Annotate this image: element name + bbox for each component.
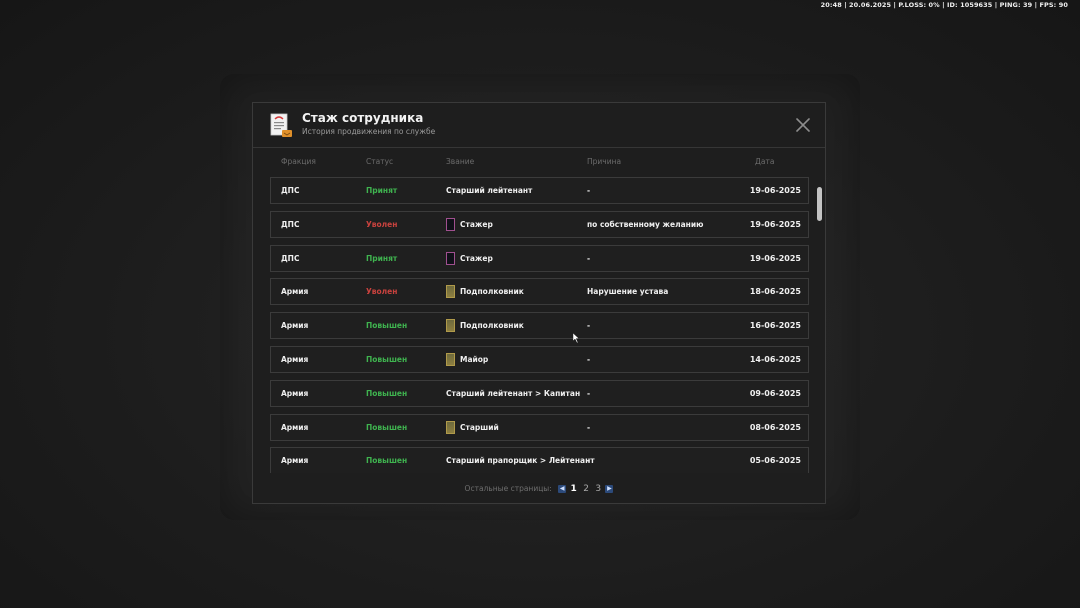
chevron-left-icon[interactable]: ◀: [558, 485, 567, 493]
reason-cell: Нарушение устава: [587, 287, 669, 297]
table-row[interactable]: Армия Повышен Старший прапорщик > Лейтенан…: [270, 447, 809, 473]
chevron-right-icon[interactable]: ▶: [605, 485, 614, 493]
rank-cell: Стажер: [446, 212, 493, 237]
status-cell: Повышен: [366, 456, 408, 466]
status-cell: Повышен: [366, 321, 408, 331]
rank-text: Старший: [460, 422, 499, 432]
rank-cell: Подполковник: [446, 279, 524, 304]
rank-text: Подполковник: [460, 287, 524, 297]
table-row[interactable]: Армия Повышен Старший лейтенант > Капитан -…: [270, 379, 809, 407]
rank-text: Старший лейтенант: [446, 186, 533, 195]
table-row[interactable]: Армия Повышен Майор - 14-06-2025: [270, 346, 809, 373]
table-row[interactable]: ДПС Принят Старший лейтенант - 19-06-2025: [270, 177, 809, 204]
rank-insignia-icon: [446, 251, 455, 265]
status-cell: Принят: [366, 186, 398, 195]
rank-cell: Старший: [446, 415, 499, 440]
close-icon[interactable]: [795, 117, 811, 133]
pagination-label: Остальные страницы:: [464, 484, 552, 493]
status-cell: Повышен: [366, 422, 408, 432]
table-header: Фракция Статус Звание Причина Дата: [253, 157, 825, 169]
faction-cell: Армия: [281, 321, 309, 331]
reason-cell: -: [587, 186, 591, 195]
mouse-cursor-icon: [573, 333, 580, 343]
rank-cell: Подполковник: [446, 313, 524, 338]
status-cell: Уволен: [366, 219, 398, 229]
rank-insignia-icon: [446, 353, 455, 366]
rank-cell: Старший лейтенант > Капитан: [446, 381, 580, 406]
faction-cell: ДПС: [281, 253, 300, 263]
reason-cell: -: [587, 253, 591, 263]
scrollbar-thumb[interactable]: [817, 187, 822, 221]
date-cell: 14-06-2025: [749, 355, 801, 364]
rank-text: Стажер: [460, 253, 493, 263]
reason-cell: -: [587, 388, 591, 398]
column-header-rank: Звание: [446, 157, 475, 166]
faction-cell: Армия: [281, 456, 309, 466]
date-cell: 19-06-2025: [749, 219, 801, 229]
page-1-button[interactable]: 1: [571, 484, 577, 494]
rank-text: Старший лейтенант > Капитан: [446, 388, 581, 398]
modal-subtitle: История продвижения по службе: [302, 127, 436, 136]
rank-cell: Стажер: [446, 246, 493, 271]
date-cell: 08-06-2025: [749, 422, 801, 432]
reason-cell: -: [587, 422, 591, 432]
reason-cell: -: [587, 456, 591, 466]
employee-tenure-modal: Стаж сотрудника История продвижения по с…: [252, 102, 826, 504]
table-row[interactable]: ДПС Принят Стажер - 19-06-2025: [270, 244, 809, 272]
column-header-status: Статус: [366, 157, 394, 166]
page-3-button[interactable]: 3: [595, 484, 601, 494]
reason-cell: по собственному желанию: [587, 219, 704, 229]
date-cell: 09-06-2025: [749, 388, 801, 398]
rank-text: Подполковник: [460, 321, 524, 331]
column-header-faction: Фракция: [281, 157, 316, 166]
document-icon: [270, 113, 292, 137]
rank-insignia-icon: [446, 285, 455, 299]
table-row[interactable]: Армия Повышен Подполковник - 16-06-2025: [270, 312, 809, 340]
rank-text: Стажер: [460, 219, 493, 229]
table-row[interactable]: Армия Повышен Старший - 08-06-2025: [270, 413, 809, 441]
faction-cell: Армия: [281, 287, 309, 297]
rank-insignia-icon: [446, 319, 455, 333]
rank-insignia-icon: [446, 420, 455, 434]
date-cell: 18-06-2025: [749, 287, 801, 297]
reason-cell: -: [587, 355, 591, 364]
status-cell: Принят: [366, 253, 398, 263]
status-cell: Уволен: [366, 287, 398, 297]
rank-text: Майор: [460, 355, 489, 364]
rank-cell: Старший прапорщик > Лейтенант: [446, 448, 595, 473]
rank-text: Старший прапорщик > Лейтенант: [446, 456, 595, 466]
date-cell: 16-06-2025: [749, 321, 801, 331]
faction-cell: ДПС: [281, 219, 300, 229]
page-2-button[interactable]: 2: [583, 484, 589, 494]
table-row[interactable]: Армия Уволен Подполковник Нарушение устава 1…: [270, 278, 809, 306]
modal-header: Стаж сотрудника История продвижения по с…: [253, 103, 825, 148]
column-header-date: Дата: [755, 157, 775, 166]
column-header-reason: Причина: [587, 157, 622, 166]
rank-cell: Старший лейтенант: [446, 178, 532, 203]
hud-status-bar: 20:48 | 20.06.2025 | P.LOSS: 0% | ID: 10…: [820, 1, 1068, 9]
faction-cell: Армия: [281, 422, 309, 432]
date-cell: 05-06-2025: [749, 456, 801, 466]
rank-cell: Майор: [446, 347, 488, 372]
faction-cell: Армия: [281, 355, 309, 364]
history-table[interactable]: ДПС Принят Старший лейтенант -19-06-2025 ДПС…: [270, 177, 810, 473]
modal-title: Стаж сотрудника: [302, 111, 424, 125]
rank-insignia-icon: [446, 217, 455, 231]
pagination: Остальные страницы: ◀ 1 2 3 ▶: [253, 484, 825, 494]
table-row[interactable]: ДПС Уволен Стажер по собственному желанию 19…: [270, 210, 809, 238]
faction-cell: ДПС: [281, 186, 300, 195]
faction-cell: Армия: [281, 388, 309, 398]
date-cell: 19-06-2025: [749, 186, 801, 195]
reason-cell: -: [587, 321, 591, 331]
date-cell: 19-06-2025: [749, 253, 801, 263]
status-cell: Повышен: [366, 388, 408, 398]
status-cell: Повышен: [366, 355, 408, 364]
